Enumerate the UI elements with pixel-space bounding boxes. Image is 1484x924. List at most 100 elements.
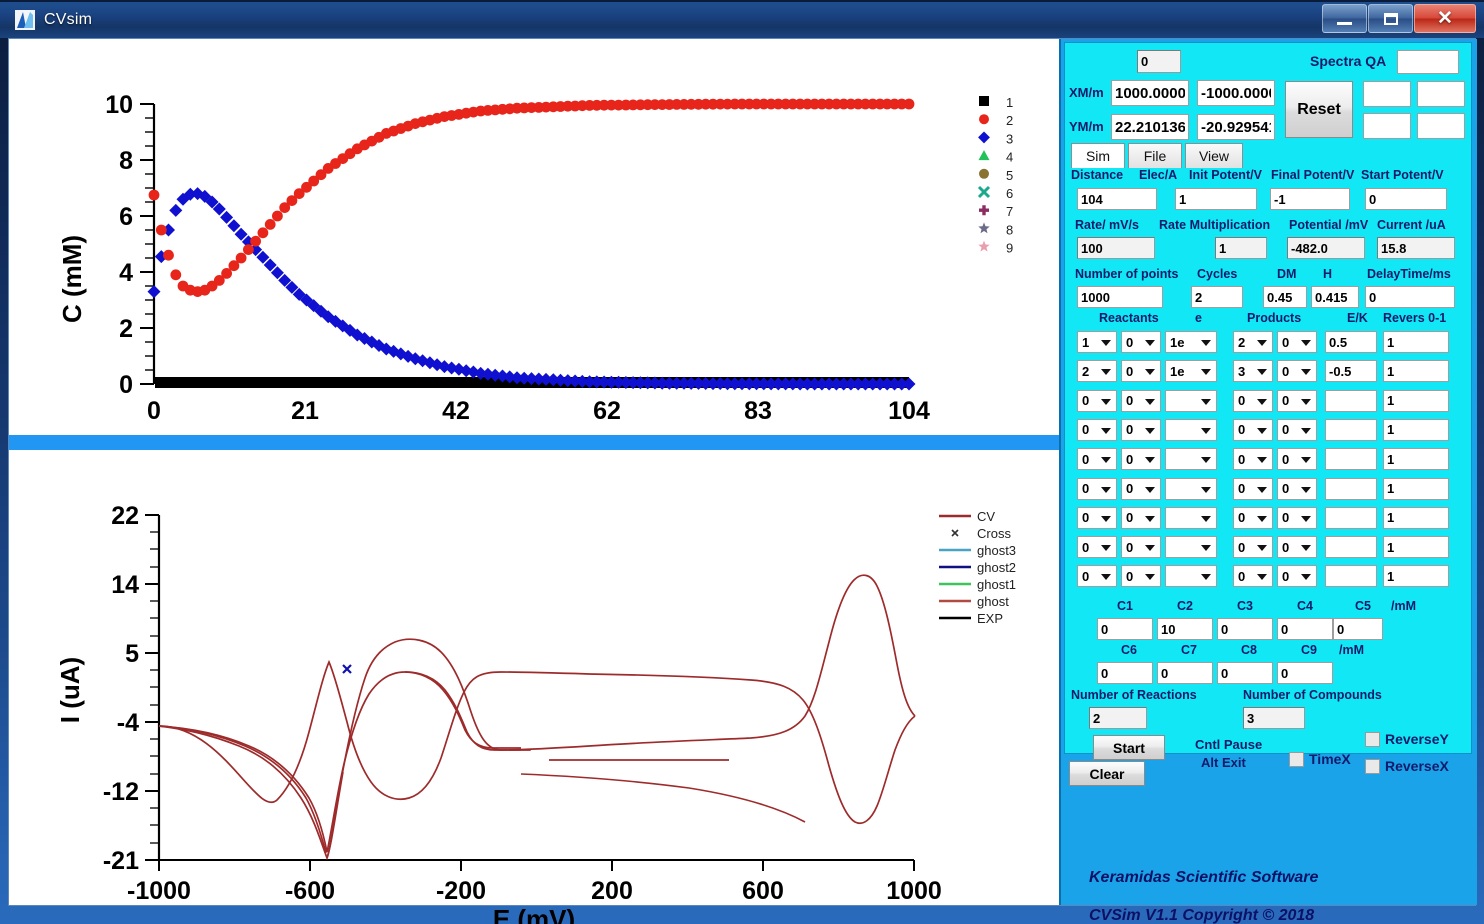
reversex-checkbox[interactable]: [1365, 758, 1380, 774]
reaction-row-2-p2-select[interactable]: 0: [1277, 360, 1317, 383]
extra-field-3[interactable]: [1363, 113, 1411, 139]
rate-multiplier-field[interactable]: [1215, 237, 1267, 259]
concentration-profile-chart[interactable]: 10 8 6 4 2 0 C (mM) 0 21 42 62 83 104 1 …: [9, 39, 1059, 435]
c8-field[interactable]: [1217, 662, 1273, 684]
reaction-row-7-r2-select[interactable]: 0: [1121, 506, 1161, 529]
reaction-row-4-r1-select[interactable]: 0: [1077, 418, 1117, 441]
reaction-row-8-ek-field[interactable]: [1325, 536, 1377, 559]
reaction-row-2-p1-select[interactable]: 3: [1233, 360, 1273, 383]
reaction-row-5-p2-select[interactable]: 0: [1277, 448, 1317, 471]
distance-field[interactable]: [1077, 188, 1157, 210]
spectra-qa-field[interactable]: [1397, 50, 1459, 74]
c3-field[interactable]: [1217, 618, 1273, 640]
reaction-row-2-e-select[interactable]: 1e: [1165, 360, 1217, 383]
tab-view[interactable]: View: [1185, 143, 1243, 168]
reaction-row-1-rev-field[interactable]: [1383, 331, 1449, 353]
reversex-checkbox-row[interactable]: ReverseX: [1365, 758, 1449, 774]
reaction-row-1-e-select[interactable]: 1e: [1165, 331, 1217, 353]
reaction-row-5-e-select[interactable]: [1165, 448, 1217, 471]
reaction-row-8-r1-select[interactable]: 0: [1077, 536, 1117, 559]
reaction-row-8-r2-select[interactable]: 0: [1121, 536, 1161, 559]
reaction-row-5-r1-select[interactable]: 0: [1077, 448, 1117, 471]
reaction-row-6-p1-select[interactable]: 0: [1233, 477, 1273, 500]
num-reactions-field[interactable]: [1089, 707, 1147, 729]
ym-min-field[interactable]: [1197, 114, 1275, 140]
reaction-row-3-p2-select[interactable]: 0: [1277, 389, 1317, 412]
reaction-row-4-p2-select[interactable]: 0: [1277, 418, 1317, 441]
reaction-row-6-e-select[interactable]: [1165, 477, 1217, 500]
c7-field[interactable]: [1157, 662, 1213, 684]
reaction-row-7-ek-field[interactable]: [1325, 506, 1377, 529]
num-points-field[interactable]: [1077, 286, 1163, 308]
reaction-row-4-e-select[interactable]: [1165, 418, 1217, 441]
reaction-row-9-p1-select[interactable]: 0: [1233, 565, 1273, 588]
reaction-row-1-p2-select[interactable]: 0: [1277, 331, 1317, 353]
c5-field[interactable]: [1333, 618, 1383, 640]
reaction-row-1-p1-select[interactable]: 2: [1233, 331, 1273, 353]
reaction-row-6-ek-field[interactable]: [1325, 477, 1377, 500]
delay-time-field[interactable]: [1365, 286, 1455, 308]
reaction-row-9-e-select[interactable]: [1165, 565, 1217, 588]
start-potential-field[interactable]: [1365, 188, 1447, 210]
reaction-row-6-p2-select[interactable]: 0: [1277, 477, 1317, 500]
reaction-row-7-r1-select[interactable]: 0: [1077, 506, 1117, 529]
reaction-row-4-rev-field[interactable]: [1383, 418, 1449, 441]
reset-button[interactable]: Reset: [1285, 81, 1353, 138]
reaction-row-7-e-select[interactable]: [1165, 506, 1217, 529]
reaction-row-5-p1-select[interactable]: 0: [1233, 448, 1273, 471]
cyclic-voltammogram-chart[interactable]: 22 14 5 -4 -12 -21 I (uA) -1000 -600 -20…: [9, 450, 1059, 905]
close-button[interactable]: ✕: [1414, 4, 1476, 33]
reaction-row-8-e-select[interactable]: [1165, 536, 1217, 559]
reversey-checkbox-row[interactable]: ReverseY: [1365, 731, 1449, 747]
reaction-row-6-rev-field[interactable]: [1383, 477, 1449, 500]
reaction-row-9-p2-select[interactable]: 0: [1277, 565, 1317, 588]
ym-max-field[interactable]: [1111, 114, 1189, 140]
c2-field[interactable]: [1157, 618, 1213, 640]
dm-field[interactable]: [1263, 286, 1307, 308]
reaction-row-5-r2-select[interactable]: 0: [1121, 448, 1161, 471]
reaction-row-5-ek-field[interactable]: [1325, 448, 1377, 471]
xm-max-field[interactable]: [1111, 80, 1189, 106]
reaction-row-6-r1-select[interactable]: 0: [1077, 477, 1117, 500]
extra-field-2[interactable]: [1417, 81, 1465, 107]
reaction-row-7-p2-select[interactable]: 0: [1277, 506, 1317, 529]
reaction-row-2-rev-field[interactable]: [1383, 360, 1449, 383]
tab-file[interactable]: File: [1128, 143, 1182, 168]
reaction-row-1-r1-select[interactable]: 1: [1077, 331, 1117, 353]
reaction-row-2-r1-select[interactable]: 2: [1077, 360, 1117, 383]
tab-sim[interactable]: Sim: [1071, 143, 1125, 168]
timex-checkbox-row[interactable]: TimeX: [1289, 751, 1351, 767]
reaction-row-3-r2-select[interactable]: 0: [1121, 389, 1161, 412]
timex-checkbox[interactable]: [1289, 751, 1304, 767]
c6-field[interactable]: [1097, 662, 1153, 684]
reaction-row-3-p1-select[interactable]: 0: [1233, 389, 1273, 412]
reaction-row-4-r2-select[interactable]: 0: [1121, 418, 1161, 441]
reaction-row-1-ek-field[interactable]: [1325, 331, 1377, 353]
reaction-row-9-rev-field[interactable]: [1383, 565, 1449, 588]
num-compounds-field[interactable]: [1243, 707, 1305, 729]
reaction-row-3-rev-field[interactable]: [1383, 389, 1449, 412]
extra-field-4[interactable]: [1417, 113, 1465, 139]
reaction-row-9-r2-select[interactable]: 0: [1121, 565, 1161, 588]
start-button[interactable]: Start: [1093, 735, 1165, 760]
init-potential-field[interactable]: [1175, 188, 1257, 210]
c9-field[interactable]: [1277, 662, 1333, 684]
maximize-button[interactable]: [1368, 4, 1413, 33]
reaction-row-2-ek-field[interactable]: [1325, 360, 1377, 383]
final-potential-field[interactable]: [1270, 188, 1350, 210]
reaction-row-4-ek-field[interactable]: [1325, 418, 1377, 441]
c4-field[interactable]: [1277, 618, 1333, 640]
reaction-row-2-r2-select[interactable]: 0: [1121, 360, 1161, 383]
reaction-row-9-r1-select[interactable]: 0: [1077, 565, 1117, 588]
reaction-row-3-r1-select[interactable]: 0: [1077, 389, 1117, 412]
reaction-row-3-e-select[interactable]: [1165, 389, 1217, 412]
reaction-row-9-ek-field[interactable]: [1325, 565, 1377, 588]
reaction-row-8-p2-select[interactable]: 0: [1277, 536, 1317, 559]
h-field[interactable]: [1311, 286, 1359, 308]
clear-button[interactable]: Clear: [1069, 761, 1145, 786]
rate-field[interactable]: [1077, 237, 1155, 259]
reaction-row-1-r2-select[interactable]: 0: [1121, 331, 1161, 353]
reaction-row-6-r2-select[interactable]: 0: [1121, 477, 1161, 500]
counter-field[interactable]: [1137, 50, 1181, 73]
reaction-row-3-ek-field[interactable]: [1325, 389, 1377, 412]
